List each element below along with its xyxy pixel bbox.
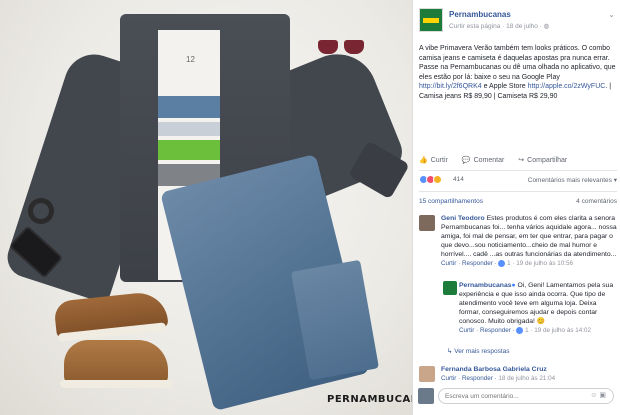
comment-button[interactable]: 💬 Comentar <box>462 156 504 168</box>
thumbs-up-icon: 👍 <box>419 157 428 164</box>
like-button[interactable]: 👍 Curtir <box>419 156 448 168</box>
brand-watermark: PERNAMBUCANAS <box>327 394 412 405</box>
share-button[interactable]: ↪ Compartilhar <box>518 156 567 168</box>
facebook-photo-viewer: 12 PERNAMBUCANAS Pernambucanas Curtir es… <box>0 0 620 415</box>
post-sidebar: Pernambucanas Curtir esta página · 18 de… <box>412 0 620 415</box>
post-meta-text[interactable]: Curtir esta página · 18 de julho · <box>449 23 544 30</box>
share-label: Compartilhar <box>527 157 568 164</box>
user-avatar <box>418 388 434 404</box>
like-label: Curtir <box>430 157 448 164</box>
reactions-row: 414 Comentários mais relevantes ▾ <box>419 175 617 187</box>
reply-actions[interactable]: Curtir · Responder · <box>459 327 516 334</box>
comment-composer: ☺ ▣ <box>418 385 614 407</box>
page-name-link[interactable]: Pernambucanas <box>449 10 511 19</box>
comment-author[interactable]: Geni Teodoro <box>441 215 485 222</box>
reaction-icons[interactable] <box>419 175 442 186</box>
tshirt-stripe-green <box>158 140 220 160</box>
shares-row: 15 compartilhamentos 4 comentários <box>419 198 617 208</box>
comment-actions[interactable]: Curtir · Responder · <box>441 260 498 267</box>
camera-icon[interactable]: ▣ <box>599 392 606 399</box>
reply-author[interactable]: Pernambucanas <box>459 282 512 289</box>
more-replies-label: Ver mais respostas <box>454 348 510 355</box>
post-photo[interactable]: 12 PERNAMBUCANAS <box>0 0 412 415</box>
caption-text: A vibe Primavera Verão também tem looks … <box>419 45 616 81</box>
post-header: Pernambucanas Curtir esta página · 18 de… <box>419 8 617 38</box>
avatar[interactable] <box>419 366 435 382</box>
like-badge-icon <box>516 326 524 334</box>
sunglasses <box>318 40 368 54</box>
tshirt-tag: 12 <box>186 55 195 64</box>
caption-text-mid: e Apple Store <box>481 83 528 90</box>
reply-time[interactable]: · 19 de julho às 14:02 <box>529 327 591 334</box>
composer-icons: ☺ ▣ <box>590 391 606 399</box>
divider <box>419 191 617 192</box>
sneaker-bottom-sole <box>60 380 172 388</box>
comment-input[interactable] <box>438 388 614 404</box>
emoji-picker-icon[interactable]: ☺ <box>590 392 597 399</box>
options-chevron-icon[interactable]: ⌄ <box>608 10 615 19</box>
google-play-link[interactable]: http://bit.ly/2f6QRK4 <box>419 83 482 90</box>
shares-count[interactable]: 15 compartilhamentos <box>419 198 483 205</box>
haha-reaction-icon <box>433 175 442 184</box>
globe-icon: ◍ <box>543 23 550 30</box>
comment-label: Comentar <box>473 157 505 164</box>
comment-meta: Curtir · Responder · 18 de julho às 21:0… <box>441 374 617 383</box>
page-reply-avatar[interactable] <box>443 281 457 295</box>
post-meta: Curtir esta página · 18 de julho · ◍ <box>449 22 549 30</box>
divider <box>419 170 617 171</box>
avatar[interactable] <box>419 215 435 231</box>
reply-meta: Curtir · Responder · 1 · 19 de julho às … <box>459 326 617 335</box>
page-avatar[interactable] <box>419 8 443 32</box>
comment: Fernanda Barbosa Gabriela Cruz Curtir · … <box>441 365 617 383</box>
more-replies-link[interactable]: ↳ Ver mais respostas <box>447 347 510 356</box>
apple-store-link[interactable]: http://apple.co/2zWyFUC <box>528 83 606 90</box>
tshirt-stripe-blue <box>158 96 220 118</box>
tshirt-stripe-grey <box>158 122 220 136</box>
comment-order-dropdown[interactable]: Comentários mais relevantes ▾ <box>528 176 617 184</box>
share-icon: ↪ <box>518 157 525 164</box>
reaction-count[interactable]: 414 <box>453 176 464 183</box>
post-caption: A vibe Primavera Verão também tem looks … <box>419 44 617 101</box>
comment: Geni Teodoro Estes produtos é com eles c… <box>441 214 617 268</box>
comment-author[interactable]: Fernanda Barbosa Gabriela Cruz <box>441 366 547 373</box>
comments-count: 4 comentários <box>576 198 617 205</box>
emoji-icon: 😊 <box>536 318 546 325</box>
like-badge-icon <box>498 259 506 267</box>
comment-icon: 💬 <box>461 157 471 164</box>
comment-time[interactable]: 18 de julho às 21:04 <box>498 375 555 382</box>
post-actions: 👍 Curtir 💬 Comentar ↪ Compartilhar <box>419 156 615 168</box>
comment-time[interactable]: · 19 de julho às 10:56 <box>511 260 573 267</box>
comment-meta: Curtir · Responder · 1 · 19 de julho às … <box>441 259 617 268</box>
reply-comment: Pernambucanas● Oi, Geni! Lamentamos pela… <box>459 281 617 335</box>
comment-actions[interactable]: Curtir · Responder · <box>441 375 498 382</box>
